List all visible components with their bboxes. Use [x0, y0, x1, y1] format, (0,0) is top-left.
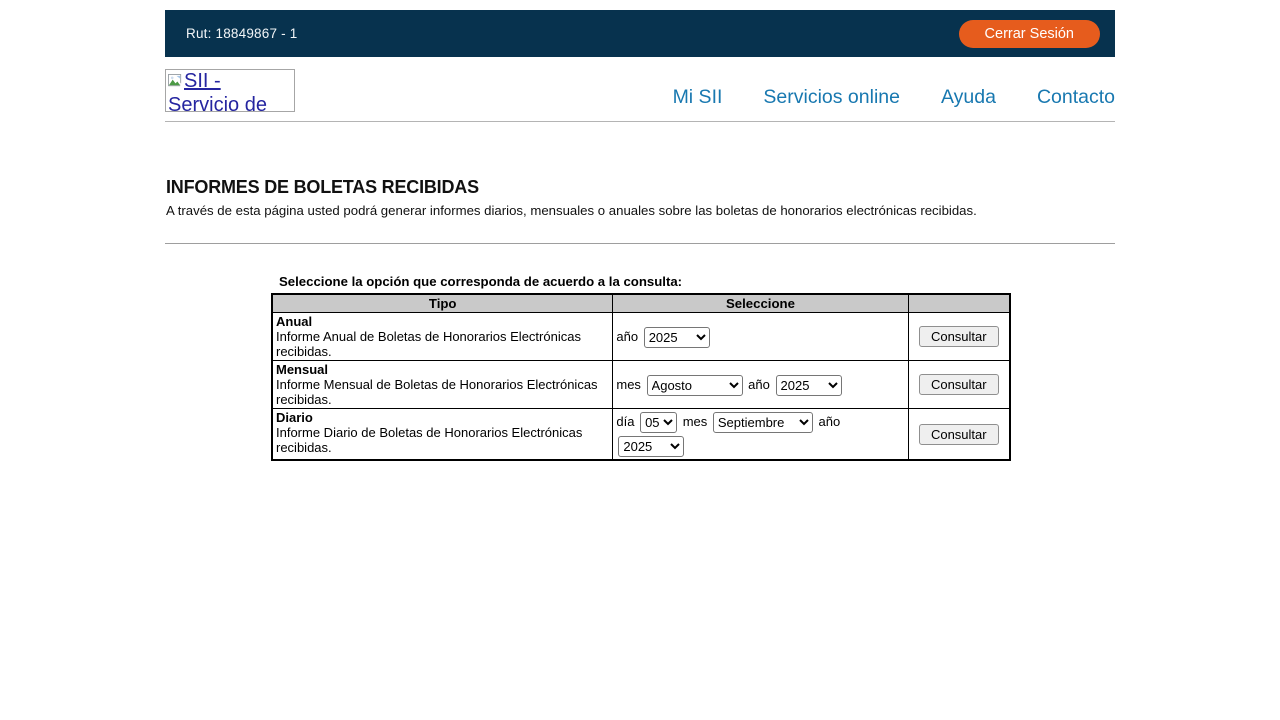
sii-logo-link[interactable]: SII - Servicio de — [165, 69, 295, 112]
page-container: Rut: 18849867 - 1 Cerrar Sesión SII - Se… — [165, 10, 1115, 461]
session-topbar: Rut: 18849867 - 1 Cerrar Sesión — [165, 10, 1115, 57]
mensual-year-select[interactable]: 2025 — [776, 375, 842, 396]
mensual-button-cell: Consultar — [908, 361, 1010, 409]
diario-description: Informe Diario de Boletas de Honorarios … — [276, 425, 582, 455]
anual-type-cell: Anual Informe Anual de Boletas de Honora… — [272, 313, 613, 361]
anual-year-select[interactable]: 2025 — [644, 327, 710, 348]
anual-button-cell: Consultar — [908, 313, 1010, 361]
mensual-consultar-button[interactable]: Consultar — [919, 374, 999, 395]
table-row-diario: Diario Informe Diario de Boletas de Hono… — [272, 409, 1010, 461]
column-header-seleccione: Seleccione — [613, 294, 908, 313]
anual-description: Informe Anual de Boletas de Honorarios E… — [276, 329, 581, 359]
form-instruction: Seleccione la opción que corresponda de … — [279, 274, 1011, 289]
logout-button[interactable]: Cerrar Sesión — [959, 20, 1100, 48]
nav-link-mi-sii[interactable]: Mi SII — [673, 86, 723, 109]
report-form-area: Seleccione la opción que corresponda de … — [271, 274, 1011, 461]
nav-link-ayuda[interactable]: Ayuda — [941, 86, 996, 109]
rut-label: Rut: 18849867 - 1 — [186, 26, 297, 41]
diario-month-label: mes — [683, 414, 708, 429]
column-header-actions — [908, 294, 1010, 313]
nav-link-contacto[interactable]: Contacto — [1037, 86, 1115, 109]
section-divider — [165, 243, 1115, 244]
nav-link-servicios-online[interactable]: Servicios online — [763, 86, 900, 109]
column-header-tipo: Tipo — [272, 294, 613, 313]
report-options-table: Tipo Seleccione Anual Informe Anual de B… — [271, 293, 1011, 461]
table-header-row: Tipo Seleccione — [272, 294, 1010, 313]
diario-year-label: año — [819, 414, 841, 429]
mensual-month-select[interactable]: Agosto — [647, 375, 743, 396]
mensual-select-cell: mes Agosto año 2025 — [613, 361, 908, 409]
page-subtitle: A través de esta página usted podrá gene… — [166, 203, 1115, 218]
mensual-type-cell: Mensual Informe Mensual de Boletas de Ho… — [272, 361, 613, 409]
table-row-anual: Anual Informe Anual de Boletas de Honora… — [272, 313, 1010, 361]
page-title: INFORMES DE BOLETAS RECIBIDAS — [166, 177, 1115, 198]
diario-consultar-button[interactable]: Consultar — [919, 424, 999, 445]
anual-consultar-button[interactable]: Consultar — [919, 326, 999, 347]
diario-year-select[interactable]: 2025 — [618, 436, 684, 457]
mensual-description: Informe Mensual de Boletas de Honorarios… — [276, 377, 598, 407]
diario-button-cell: Consultar — [908, 409, 1010, 461]
anual-year-label: año — [616, 329, 638, 344]
diario-select-cell: día 05 mes Septiembre año 2025 — [613, 409, 908, 461]
anual-select-cell: año 2025 — [613, 313, 908, 361]
mensual-type-label: Mensual — [276, 362, 328, 377]
diario-type-label: Diario — [276, 410, 313, 425]
broken-image-icon — [168, 73, 183, 95]
diario-month-select[interactable]: Septiembre — [713, 412, 813, 433]
anual-type-label: Anual — [276, 314, 312, 329]
main-nav: Mi SII Servicios online Ayuda Contacto — [673, 69, 1115, 109]
diario-day-select[interactable]: 05 — [640, 412, 677, 433]
mensual-month-label: mes — [616, 377, 641, 392]
diario-day-label: día — [616, 414, 634, 429]
table-row-mensual: Mensual Informe Mensual de Boletas de Ho… — [272, 361, 1010, 409]
site-header: SII - Servicio de Mi SII Servicios onlin… — [165, 57, 1115, 122]
diario-type-cell: Diario Informe Diario de Boletas de Hono… — [272, 409, 613, 461]
mensual-year-label: año — [748, 377, 770, 392]
